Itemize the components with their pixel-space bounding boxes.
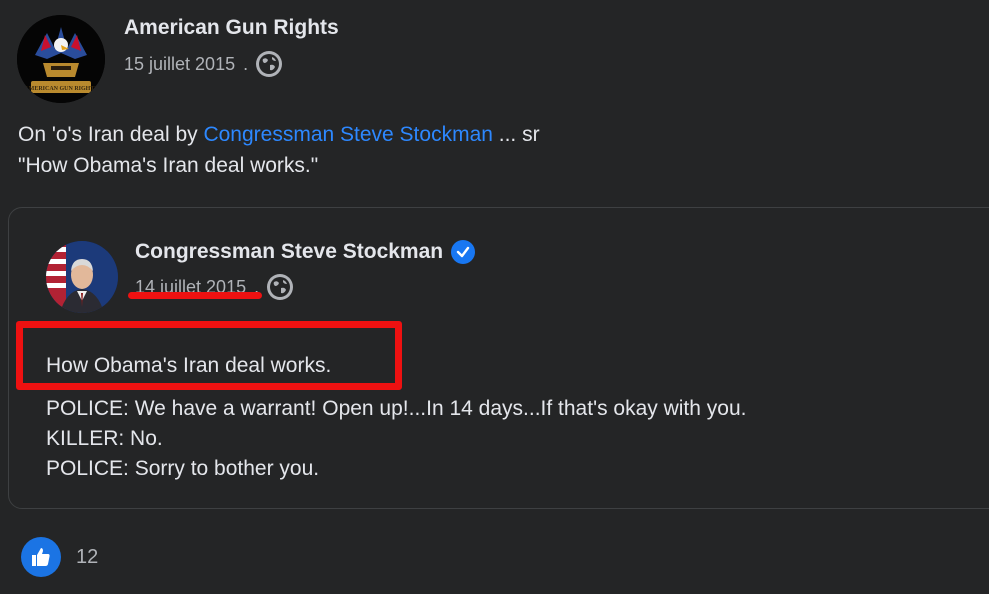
shared-author-name[interactable]: Congressman Steve Stockman <box>135 240 443 264</box>
post-text-prefix: On 'o's Iran deal by <box>18 123 204 146</box>
globe-icon <box>256 51 283 77</box>
verified-badge-icon <box>451 240 476 264</box>
post-text-suffix: ... sr <box>492 123 540 146</box>
shared-author-row: Congressman Steve Stockman <box>135 240 476 264</box>
shared-text-line-2: KILLER: No. <box>46 427 163 450</box>
svg-text:AMERICAN GUN RIGHTS: AMERICAN GUN RIGHTS <box>24 86 98 92</box>
shared-text-line-3: POLICE: Sorry to bother you. <box>46 457 320 480</box>
post-date[interactable]: 15 juillet 2015 <box>124 54 235 75</box>
shared-text-line-1: POLICE: We have a warrant! Open up!...In… <box>46 397 747 420</box>
post-meta: 15 juillet 2015 . <box>124 51 283 77</box>
like-icon[interactable] <box>21 537 61 577</box>
globe-icon <box>267 274 294 300</box>
reaction-count[interactable]: 12 <box>76 546 98 569</box>
red-underline-annotation <box>128 292 262 299</box>
page-mention-link[interactable]: Congressman Steve Stockman <box>203 123 492 146</box>
meta-separator: . <box>243 53 249 74</box>
red-box-annotation <box>16 321 402 390</box>
page-avatar[interactable]: AMERICAN GUN RIGHTS <box>17 15 105 103</box>
post-text-line-1: On 'o's Iran deal by Congressman Steve S… <box>18 123 540 147</box>
post-text-line-2: "How Obama's Iran deal works." <box>18 154 319 177</box>
shared-author-avatar[interactable] <box>46 241 118 313</box>
portrait-photo <box>46 241 118 313</box>
eagle-logo-icon: AMERICAN GUN RIGHTS <box>17 15 105 103</box>
post-author[interactable]: American Gun Rights <box>124 16 339 40</box>
